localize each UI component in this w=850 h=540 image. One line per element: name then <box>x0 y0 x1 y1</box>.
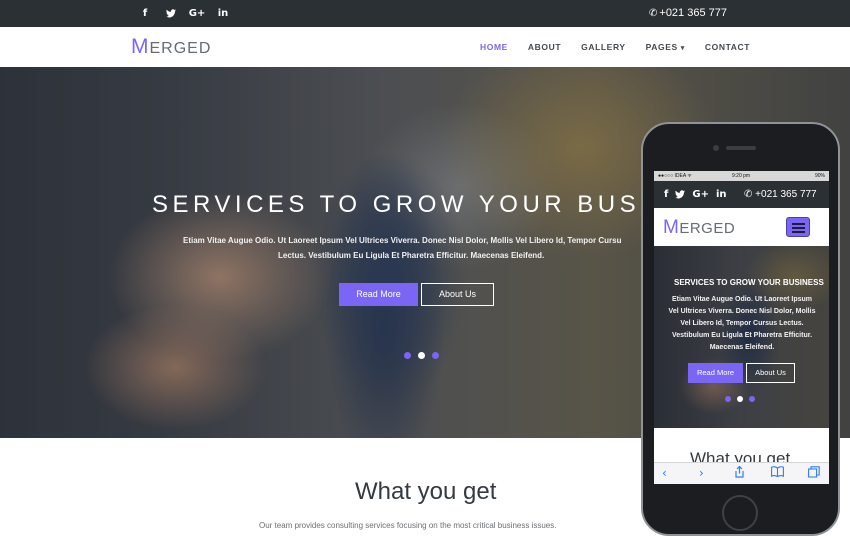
mobile-browser-toolbar: ‹ › <box>654 462 829 484</box>
mobile-hero-title: SERVICES TO GROW YOUR BUSINESS <box>674 278 824 287</box>
hero-subtitle-line2: Lectus. Vestibulum Eu Ligula Et Pharetra… <box>278 251 545 260</box>
phone-number: ✆ +021 365 777 <box>649 0 727 27</box>
forward-icon[interactable]: › <box>699 466 704 480</box>
section-description: Our team provides consulting services fo… <box>259 521 557 530</box>
slider-dot-1[interactable] <box>404 352 411 359</box>
mobile-phone-text: +021 365 777 <box>755 189 817 200</box>
mobile-navbar: MERGED <box>654 208 829 246</box>
linkedin-icon[interactable]: in <box>210 8 236 19</box>
main-nav: HOME ABOUT GALLERY PAGES ▾ CONTACT <box>480 27 770 67</box>
mobile-about-us-button[interactable]: About Us <box>746 363 795 383</box>
logo-rest: ERGED <box>149 40 212 57</box>
mobile-phone-number: ✆ +021 365 777 <box>744 181 817 208</box>
hero-subtitle-line1: Etiam Vitae Augue Odio. Ut Laoreet Ipsum… <box>183 236 622 245</box>
twitter-icon[interactable] <box>158 8 184 19</box>
navbar: MERGED HOME ABOUT GALLERY PAGES ▾ CONTACT <box>0 27 850 67</box>
phone-camera <box>713 145 719 151</box>
nav-item-gallery[interactable]: GALLERY <box>581 42 626 52</box>
twitter-icon[interactable] <box>675 189 686 200</box>
slider-dot-2[interactable] <box>418 352 425 359</box>
mobile-top-bar: f G+ in ✆ +021 365 777 <box>654 181 829 208</box>
phone-icon: ✆ <box>744 189 753 200</box>
mobile-logo-rest: ERGED <box>679 220 736 237</box>
carrier-signal: ●●○○○ IDEA ᯤ <box>658 173 692 179</box>
mobile-slider-dot-1[interactable] <box>725 396 731 402</box>
top-bar: f G+ in ✆ +021 365 777 <box>0 0 850 27</box>
section-title: What you get <box>355 478 497 505</box>
phone-speaker <box>726 146 756 150</box>
mobile-read-more-button[interactable]: Read More <box>688 363 743 383</box>
nav-item-pages-label: PAGES <box>645 42 678 52</box>
facebook-icon[interactable]: f <box>132 8 158 19</box>
phone-home-button <box>722 495 758 531</box>
nav-item-home[interactable]: HOME <box>480 42 508 52</box>
status-time: 9:20 pm <box>732 173 751 179</box>
hero-title: SERVICES TO GROW YOUR BUSINE <box>152 191 694 218</box>
nav-item-about[interactable]: ABOUT <box>528 42 561 52</box>
bookmarks-icon[interactable] <box>771 466 784 480</box>
google-plus-icon[interactable]: G+ <box>184 8 210 19</box>
slider-dot-3[interactable] <box>432 352 439 359</box>
mobile-logo-initial: M <box>663 217 680 238</box>
facebook-icon[interactable]: f <box>664 189 668 200</box>
nav-item-pages[interactable]: PAGES ▾ <box>646 42 685 52</box>
mobile-slider-dot-2[interactable] <box>737 396 743 402</box>
logo-initial: M <box>131 35 150 58</box>
phone-screen: ●●○○○ IDEA ᯤ 9:20 pm 90% f G+ in ✆ +021 … <box>654 171 829 484</box>
mobile-hero-description: Etiam Vitae Augue Odio. Ut Laoreet Ipsum… <box>668 296 816 351</box>
logo[interactable]: MERGED <box>131 35 211 59</box>
chevron-down-icon: ▾ <box>680 45 685 52</box>
back-icon[interactable]: ‹ <box>662 466 667 480</box>
google-plus-icon[interactable]: G+ <box>692 189 709 200</box>
page: f G+ in ✆ +021 365 777 MERGED HOME ABOUT … <box>0 0 850 540</box>
social-links: f G+ in <box>132 0 236 27</box>
mobile-social-links: f G+ in <box>664 181 727 208</box>
read-more-button[interactable]: Read More <box>339 283 418 306</box>
mobile-slider-dots <box>725 396 755 402</box>
phone-icon: ✆ <box>649 8 658 19</box>
slider-dots <box>404 352 439 359</box>
tabs-icon[interactable] <box>808 466 820 481</box>
hamburger-menu-icon[interactable] <box>786 217 810 237</box>
nav-item-contact[interactable]: CONTACT <box>705 42 750 52</box>
mobile-hero: SERVICES TO GROW YOUR BUSINESS Etiam Vit… <box>654 246 829 428</box>
phone-status-bar: ●●○○○ IDEA ᯤ 9:20 pm 90% <box>654 171 829 181</box>
battery-level: 90% <box>814 173 825 179</box>
mobile-slider-dot-3[interactable] <box>749 396 755 402</box>
linkedin-icon[interactable]: in <box>716 189 727 200</box>
mobile-logo[interactable]: MERGED <box>663 217 735 239</box>
share-icon[interactable] <box>734 465 745 481</box>
about-us-button[interactable]: About Us <box>421 283 494 306</box>
phone-text: +021 365 777 <box>659 7 727 19</box>
